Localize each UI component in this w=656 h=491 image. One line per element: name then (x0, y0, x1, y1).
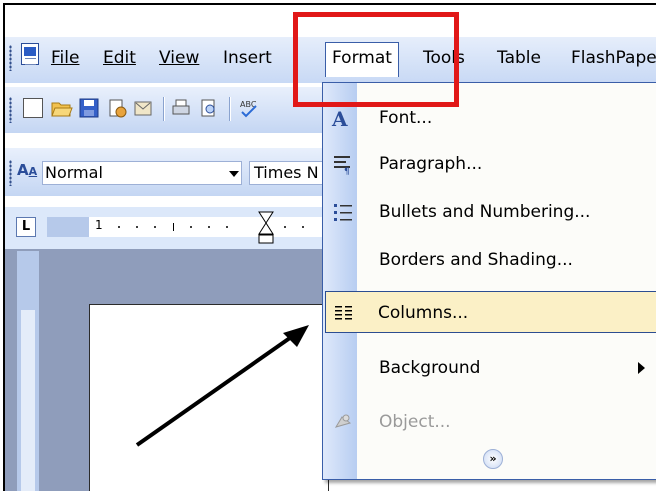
email-icon[interactable] (133, 98, 153, 118)
permission-icon[interactable] (107, 98, 127, 118)
bullets-icon (332, 201, 354, 223)
menu-item-background-label: Background (379, 358, 481, 378)
menu-view-label: View (159, 48, 200, 68)
toolbar-grip[interactable] (9, 97, 12, 123)
menu-view[interactable]: View (157, 43, 201, 73)
menu-edit-label: Edit (103, 48, 136, 68)
menu-item-borders-and-shading[interactable]: Borders and Shading... (325, 239, 656, 281)
menu-item-object-label: Object... (379, 412, 451, 432)
tab-selector-glyph: L (21, 219, 31, 234)
menu-item-bullets-label: Bullets and Numbering... (379, 202, 591, 222)
submenu-arrow-icon (638, 362, 645, 374)
ruler-ticks (118, 223, 304, 231)
save-icon[interactable] (79, 98, 99, 118)
toolbar-separator (163, 97, 165, 121)
menu-insert-label: Insert (223, 48, 272, 68)
menu-edit[interactable]: Edit (101, 43, 138, 73)
menu-item-object: Object... (325, 401, 656, 443)
menu-item-bullets-and-numbering[interactable]: Bullets and Numbering... (325, 191, 656, 233)
expand-menu-chevron-icon[interactable]: » (483, 449, 503, 469)
menu-item-columns[interactable]: Columns... (325, 291, 656, 333)
menu-item-columns-label: Columns... (378, 303, 469, 323)
tab-selector[interactable]: L (16, 217, 36, 237)
menu-flashpaper-label: FlashPaper (571, 48, 656, 68)
styles-and-formatting-icon[interactable]: AA (17, 161, 37, 179)
menu-file-label: File (51, 48, 80, 68)
menu-item-paragraph-label: Paragraph... (379, 154, 483, 174)
spelling-icon[interactable]: ABC (239, 98, 259, 118)
menu-item-borders-label: Borders and Shading... (379, 250, 573, 270)
word-window: File Edit View Insert Format Tools Table… (3, 3, 656, 491)
ruler-bar: L 1 (5, 207, 325, 249)
highlight-box (293, 12, 459, 107)
expand-glyph: » (489, 452, 497, 465)
menu-file[interactable]: File (49, 43, 81, 73)
menu-item-background[interactable]: Background (325, 347, 656, 389)
ruler-margin (47, 217, 89, 237)
horizontal-ruler[interactable]: 1 (89, 211, 325, 244)
svg-text:¶: ¶ (344, 167, 350, 175)
standard-toolbar: ABC (5, 87, 325, 133)
menu-table-label: Table (497, 48, 541, 68)
toolbar-grip[interactable] (9, 160, 12, 186)
print-preview-icon[interactable] (199, 98, 219, 118)
style-dropdown-arrow-icon[interactable] (229, 171, 239, 177)
menu-flashpaper[interactable]: FlashPaper (569, 43, 656, 73)
menu-item-paragraph[interactable]: ¶ Paragraph... (325, 143, 656, 185)
style-value: Normal (45, 163, 103, 182)
font-value: Times N (254, 163, 319, 182)
format-menu: A Font... ¶ Paragraph... Bullets and Num… (322, 82, 656, 480)
word-document-icon[interactable] (21, 43, 39, 65)
paragraph-icon: ¶ (332, 153, 354, 177)
font-dropdown[interactable]: Times N (249, 161, 329, 185)
menubar-grip[interactable] (9, 45, 12, 71)
print-icon[interactable] (171, 98, 191, 118)
font-icon: A (332, 107, 348, 131)
new-document-icon[interactable] (23, 98, 43, 118)
menu-table[interactable]: Table (495, 43, 543, 73)
menu-insert[interactable]: Insert (221, 43, 274, 73)
formatting-toolbar: AA Normal Times N (5, 148, 329, 196)
vertical-ruler-page (21, 310, 35, 491)
toolbar-separator (229, 97, 231, 121)
indent-marker-icon[interactable] (257, 211, 277, 245)
pointer-arrow (135, 325, 309, 447)
open-folder-icon[interactable] (51, 98, 73, 118)
style-dropdown[interactable]: Normal (42, 161, 242, 185)
